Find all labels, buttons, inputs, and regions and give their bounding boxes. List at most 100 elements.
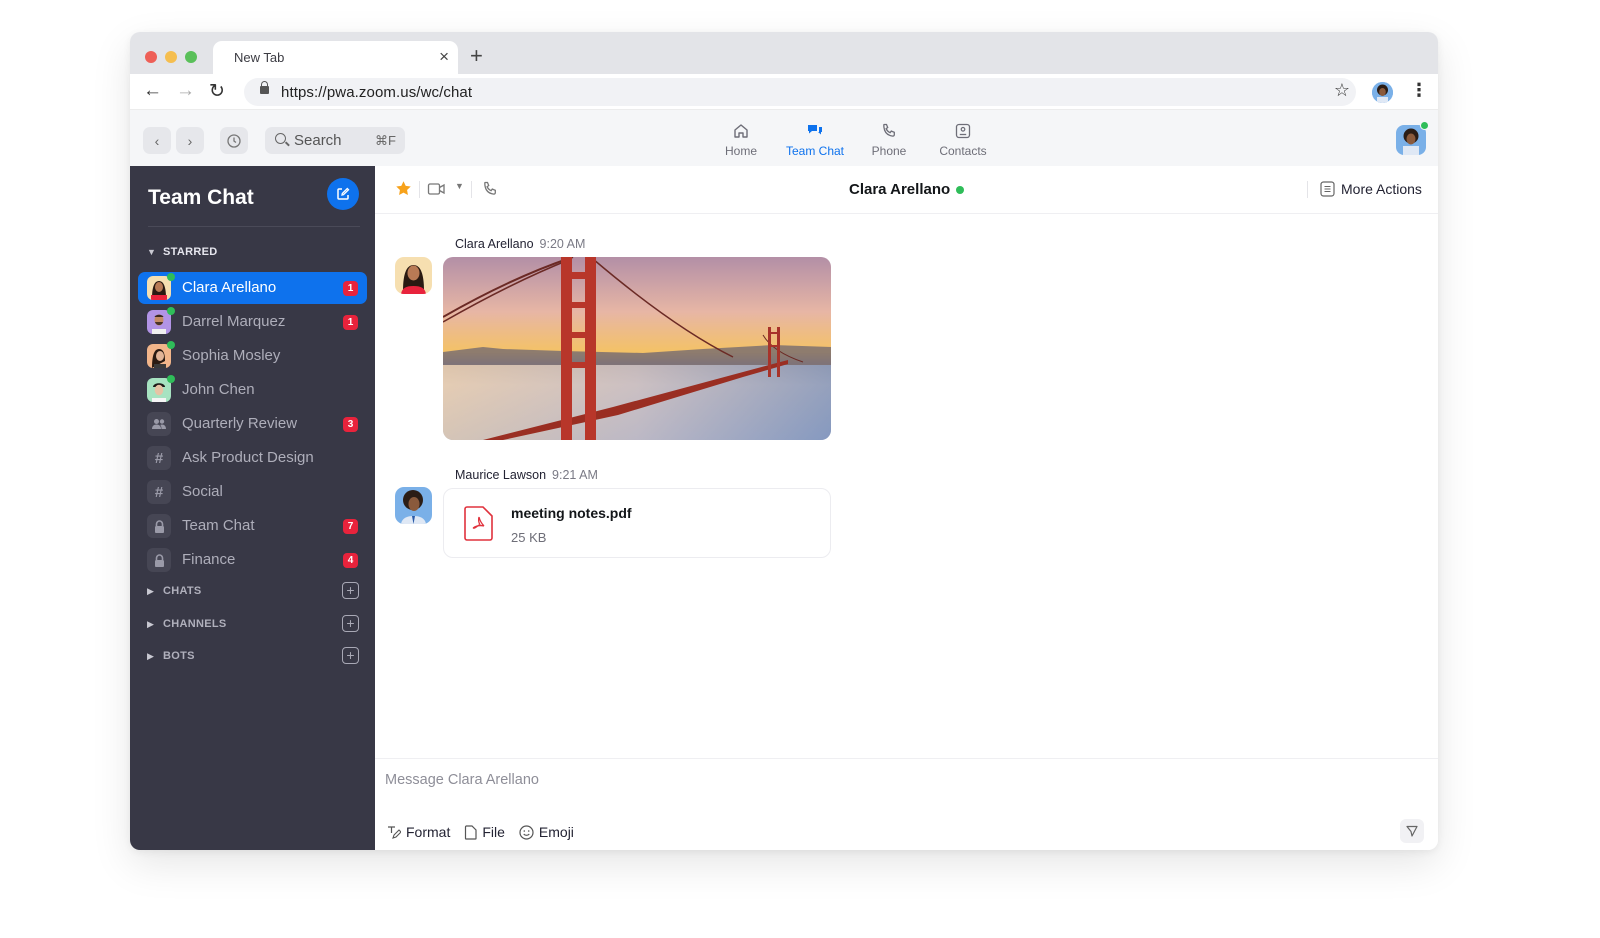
unread-badge: 1 bbox=[343, 281, 358, 296]
phone-call-icon[interactable] bbox=[481, 180, 499, 203]
back-arrow-icon[interactable]: ← bbox=[143, 80, 162, 102]
maximize-window-button[interactable] bbox=[185, 51, 197, 63]
golden-gate-photo bbox=[443, 257, 831, 440]
message-composer: Format File Emoji bbox=[375, 758, 1438, 850]
user-avatar-button[interactable] bbox=[1396, 121, 1429, 160]
nav-contacts[interactable]: Contacts bbox=[917, 120, 1009, 158]
pdf-file-icon bbox=[464, 506, 494, 546]
star-icon[interactable] bbox=[395, 180, 412, 202]
sidebar-item-team-chat[interactable]: Team Chat 7 bbox=[138, 510, 367, 542]
app-forward-button[interactable]: › bbox=[176, 127, 204, 154]
add-bot-button[interactable]: + bbox=[342, 647, 359, 664]
phone-icon bbox=[880, 120, 898, 142]
user-presence-dot bbox=[1420, 121, 1429, 130]
history-button[interactable] bbox=[220, 127, 248, 154]
browser-profile-avatar[interactable] bbox=[1372, 82, 1393, 103]
video-options-chevron-icon[interactable]: ▼ bbox=[455, 181, 464, 191]
caret-down-icon: ▼ bbox=[147, 247, 156, 257]
item-name: Sophia Mosley bbox=[182, 347, 281, 364]
section-channels-label: CHANNELS bbox=[163, 618, 227, 630]
avatar-maurice-lawson[interactable] bbox=[395, 487, 432, 524]
message-time: 9:21 AM bbox=[552, 468, 598, 482]
sidebar-item-social[interactable]: # Social bbox=[138, 476, 367, 508]
more-actions-button[interactable]: More Actions bbox=[1320, 181, 1422, 197]
file-label: File bbox=[482, 824, 505, 840]
item-name: Clara Arellano bbox=[182, 279, 277, 296]
file-button[interactable]: File bbox=[464, 824, 505, 840]
item-name: Quarterly Review bbox=[182, 415, 298, 432]
nav-team-chat-label: Team Chat bbox=[785, 144, 845, 158]
caret-right-icon: ▶ bbox=[147, 618, 154, 629]
nav-phone-label: Phone bbox=[871, 144, 907, 158]
header-divider bbox=[1307, 181, 1308, 198]
close-tab-icon[interactable]: × bbox=[439, 47, 449, 67]
browser-tab[interactable]: New Tab × bbox=[213, 41, 458, 74]
send-button[interactable] bbox=[1400, 819, 1424, 843]
message-input[interactable] bbox=[385, 769, 1285, 791]
app-back-button[interactable]: ‹ bbox=[143, 127, 171, 154]
compose-icon bbox=[337, 187, 350, 200]
hash-channel-icon: # bbox=[147, 480, 171, 504]
search-shortcut: ⌘F bbox=[375, 133, 396, 148]
chat-bubbles-icon bbox=[806, 120, 824, 142]
sidebar-item-darrel-marquez[interactable]: Darrel Marquez 1 bbox=[138, 306, 367, 338]
sidebar-item-sophia-mosley[interactable]: Sophia Mosley bbox=[138, 340, 367, 372]
item-name: Social bbox=[182, 483, 223, 500]
item-name: Team Chat bbox=[182, 517, 255, 534]
section-bots-label: BOTS bbox=[163, 650, 195, 662]
section-bots[interactable]: ▶ BOTS bbox=[147, 650, 195, 662]
add-chat-button[interactable]: + bbox=[342, 582, 359, 599]
close-window-button[interactable] bbox=[145, 51, 157, 63]
presence-dot bbox=[167, 307, 175, 315]
nav-contacts-label: Contacts bbox=[939, 144, 987, 158]
sidebar-item-clara-arellano[interactable]: Clara Arellano 1 bbox=[138, 272, 367, 304]
sidebar-item-finance[interactable]: Finance 4 bbox=[138, 544, 367, 576]
address-bar: ← → ↻ https://pwa.zoom.us/wc/chat ☆ ⋮ bbox=[130, 74, 1438, 110]
file-size: 25 KB bbox=[511, 530, 547, 545]
bookmark-star-icon[interactable]: ☆ bbox=[1334, 80, 1350, 101]
nav-team-chat[interactable]: Team Chat bbox=[769, 120, 861, 158]
chat-header: ▼ Clara Arellano More Actions bbox=[375, 166, 1438, 214]
item-name: John Chen bbox=[182, 381, 255, 398]
shared-image[interactable] bbox=[443, 257, 831, 440]
nav-home[interactable]: Home bbox=[713, 120, 769, 158]
sidebar-divider bbox=[148, 226, 360, 227]
section-chats[interactable]: ▶ CHATS bbox=[147, 585, 202, 597]
emoji-button[interactable]: Emoji bbox=[519, 824, 574, 840]
sidebar-item-ask-product-design[interactable]: # Ask Product Design bbox=[138, 442, 367, 474]
browser-menu-icon[interactable]: ⋮ bbox=[1410, 80, 1428, 101]
section-starred[interactable]: ▼ STARRED bbox=[147, 246, 217, 258]
forward-arrow-icon[interactable]: → bbox=[176, 80, 195, 102]
nav-phone[interactable]: Phone bbox=[861, 120, 917, 158]
caret-right-icon: ▶ bbox=[147, 585, 154, 596]
message-sender[interactable]: Clara Arellano bbox=[455, 237, 534, 251]
home-icon bbox=[732, 120, 750, 142]
search-input[interactable]: Search ⌘F bbox=[265, 127, 405, 154]
unread-badge: 1 bbox=[343, 315, 358, 330]
url-field[interactable]: https://pwa.zoom.us/wc/chat ☆ bbox=[244, 78, 1356, 106]
reload-icon[interactable]: ↻ bbox=[209, 80, 225, 103]
format-button[interactable]: Format bbox=[387, 824, 450, 840]
message-sender[interactable]: Maurice Lawson bbox=[455, 468, 546, 482]
sidebar-item-quarterly-review[interactable]: Quarterly Review 3 bbox=[138, 408, 367, 440]
new-tab-button[interactable]: + bbox=[470, 43, 483, 69]
lock-icon bbox=[147, 514, 171, 538]
new-chat-button[interactable] bbox=[327, 178, 359, 210]
file-icon bbox=[465, 824, 477, 840]
format-pen-icon bbox=[388, 826, 401, 839]
file-attachment[interactable]: meeting notes.pdf 25 KB bbox=[443, 488, 831, 558]
minimize-window-button[interactable] bbox=[165, 51, 177, 63]
video-camera-icon[interactable] bbox=[427, 181, 447, 202]
item-name: Finance bbox=[182, 551, 236, 568]
tab-title: New Tab bbox=[234, 50, 285, 65]
group-icon bbox=[147, 412, 171, 436]
avatar-clara-arellano[interactable] bbox=[395, 257, 432, 294]
add-channel-button[interactable]: + bbox=[342, 615, 359, 632]
sidebar-item-john-chen[interactable]: John Chen bbox=[138, 374, 367, 406]
lock-icon bbox=[147, 548, 171, 572]
top-navigation: Home Team Chat Phone Contacts bbox=[713, 120, 1009, 158]
section-chats-label: CHATS bbox=[163, 585, 202, 597]
smiley-icon bbox=[519, 824, 534, 840]
section-channels[interactable]: ▶ CHANNELS bbox=[147, 618, 227, 630]
chat-contact-name[interactable]: Clara Arellano bbox=[849, 181, 950, 198]
